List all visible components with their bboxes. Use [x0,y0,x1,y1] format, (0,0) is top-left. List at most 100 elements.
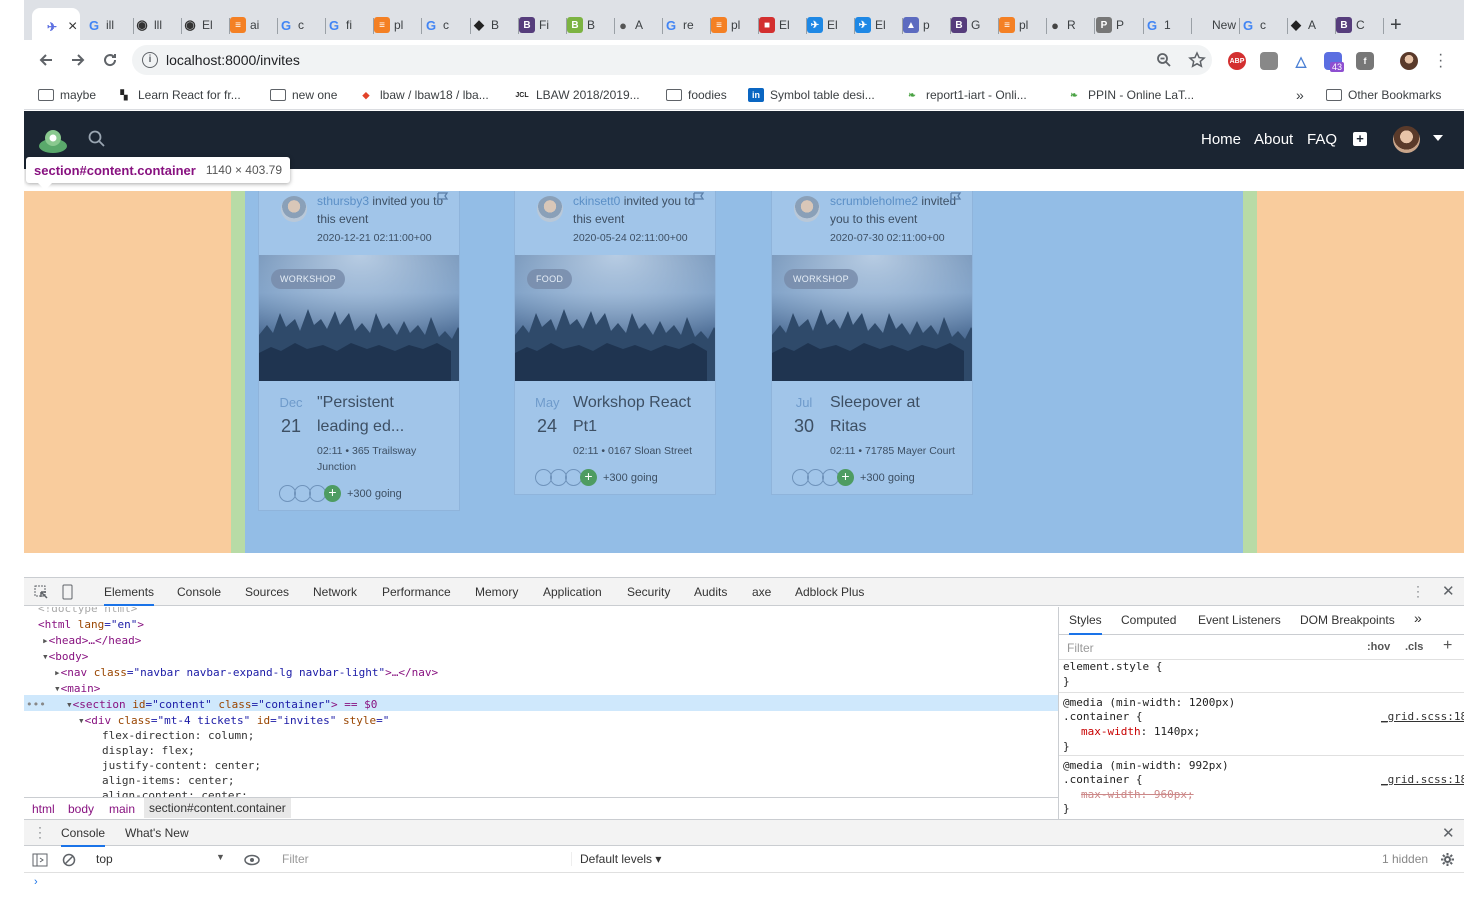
tab-computed[interactable]: Computed [1121,613,1176,627]
inviter-name[interactable]: sthursby3 [317,194,369,208]
event-image[interactable]: WORKSHOP [259,255,459,381]
tab-styles[interactable]: Styles [1069,613,1102,635]
browser-tab[interactable]: ◆ B [471,10,519,40]
zoom-icon[interactable] [1156,52,1172,68]
event-title[interactable]: Sleepover at Ritas [830,391,960,439]
devtools-tab-elements[interactable]: Elements [104,585,155,606]
bookmark-item[interactable]: ❧ PPIN - Online LaT... [1066,85,1194,105]
dom-ellipsis-icon[interactable]: ••• [26,697,46,713]
browser-tab[interactable]: BG [951,10,999,40]
crumb-body[interactable]: body [68,802,94,816]
drawer-menu-icon[interactable]: · · · [38,821,42,843]
add-attendee-icon[interactable]: + [580,469,597,486]
live-expression-eye-icon[interactable] [244,854,260,866]
back-button[interactable] [34,48,58,72]
devtools-tab-sources[interactable]: Sources [245,585,289,599]
crumb-section[interactable]: section#content.container [144,798,291,818]
browser-tab[interactable]: ≡ pl [711,10,759,40]
devtools-menu-icon[interactable]: · · · [1416,580,1420,602]
browser-tab[interactable]: Gc [1240,10,1288,40]
adblock-extension-icon[interactable]: ABP [1228,52,1246,70]
event-title[interactable]: "Persistent leading ed... [317,391,447,439]
context-dropdown-icon[interactable]: ▼ [216,852,225,862]
facebook-extension-icon[interactable]: f [1356,52,1374,70]
browser-tab[interactable]: ≡ pl [374,10,422,40]
bookmark-item[interactable]: new one [270,85,337,105]
bookmark-item[interactable]: ▚ Learn React for fr... [116,85,241,105]
add-attendee-icon[interactable]: + [837,469,854,486]
devtools-tab-audits[interactable]: Audits [694,585,727,599]
inviter-avatar[interactable] [794,196,820,222]
drawer-tab-whats-new[interactable]: What's New [125,826,189,840]
bookmarks-more-icon[interactable]: » [1296,85,1304,105]
bookmark-item[interactable]: in Symbol table desi... [748,85,875,105]
close-devtools-icon[interactable]: ✕ [1442,582,1455,600]
browser-tab[interactable]: BB [567,10,615,40]
browser-tab[interactable]: New [1192,10,1240,40]
hov-toggle[interactable]: :hov [1367,641,1390,653]
browser-tab[interactable]: Gfi [326,10,374,40]
browser-tab[interactable]: ■ El [759,10,807,40]
browser-tab[interactable]: ◉ El [182,10,230,40]
devtools-tab-application[interactable]: Application [543,585,602,599]
inviter-avatar[interactable] [537,196,563,222]
inviter-name[interactable]: ckinsett0 [573,194,620,208]
invite-card[interactable]: ckinsett0 invited you to this event 2020-… [514,191,716,495]
console-prompt-icon[interactable]: › [34,876,38,888]
browser-tab[interactable]: Gc [423,10,471,40]
browser-tab[interactable]: ≡ pl [999,10,1047,40]
drawer-tab-console[interactable]: Console [61,826,106,847]
browser-tab[interactable]: ✈ El [807,10,855,40]
drive-extension-icon[interactable] [1260,52,1278,70]
reload-button[interactable] [98,48,122,72]
user-avatar[interactable] [1393,126,1420,153]
chrome-menu-icon[interactable]: · · · [1438,47,1443,75]
rule-declaration[interactable]: max-width: 1140px; [1081,725,1200,738]
crumb-html[interactable]: html [32,802,55,816]
search-icon[interactable] [88,130,106,148]
bookmark-item[interactable]: ◆ lbaw / lbaw18 / lba... [358,85,489,105]
nav-faq-link[interactable]: FAQ [1307,131,1337,148]
inviter-avatar[interactable] [281,196,307,222]
devtools-tab-security[interactable]: Security [627,585,670,599]
app-logo-icon[interactable] [38,128,68,154]
browser-tab[interactable]: ◉ lll [134,10,182,40]
invite-card[interactable]: scrumbleholme2 invited you to this event… [771,191,973,495]
inspect-element-icon[interactable] [34,585,49,600]
close-tab-icon[interactable]: × [68,18,77,36]
browser-tab[interactable]: BC [1336,10,1384,40]
browser-tab[interactable]: PP [1096,10,1144,40]
bookmark-item[interactable]: maybe [38,85,96,105]
add-event-button[interactable]: + [1353,132,1367,146]
browser-tab[interactable]: Gre [663,10,711,40]
site-info-icon[interactable]: i [142,52,158,68]
dom-main[interactable]: ▾<main> [54,681,100,697]
dom-body[interactable]: ▾<body> [42,649,88,665]
invite-card[interactable]: sthursby3 invited you to this event 2020-… [258,191,460,511]
dom-head[interactable]: ▸<head>…</head> [42,633,141,649]
inviter-name[interactable]: scrumbleholme2 [830,194,918,208]
profile-avatar-icon[interactable] [1400,52,1418,70]
event-image[interactable]: WORKSHOP [772,255,972,381]
browser-tab[interactable]: ✈ El [855,10,903,40]
devtools-tab-axe[interactable]: axe [752,585,771,599]
console-filter-input[interactable]: Filter [282,852,572,866]
address-bar[interactable]: i localhost:8000/invites [132,45,1212,75]
dom-section-selected[interactable]: ▾<section id="content" class="container"… [66,697,377,713]
devtools-tab-network[interactable]: Network [313,585,357,599]
browser-tab[interactable]: ● R [1047,10,1095,40]
report-flag-icon[interactable] [950,192,962,206]
clear-console-icon[interactable] [62,853,76,867]
log-levels-dropdown[interactable]: Default levels ▾ [580,852,661,866]
devtools-tab-performance[interactable]: Performance [382,585,451,599]
report-flag-icon[interactable] [693,192,705,206]
nav-home-link[interactable]: Home [1201,131,1241,148]
rule-declaration-overridden[interactable]: max-width: 960px; [1081,788,1194,801]
browser-tab[interactable]: B Fi [519,10,567,40]
close-drawer-icon[interactable]: ✕ [1442,824,1455,842]
rule-source-link[interactable]: _grid.scss:18 [1381,710,1464,723]
dom-html[interactable]: <html lang="en"> [38,617,144,633]
user-menu-caret-icon[interactable] [1433,135,1443,141]
console-settings-gear-icon[interactable] [1440,852,1455,867]
devtools-tab-adblock-plus[interactable]: Adblock Plus [795,585,864,599]
